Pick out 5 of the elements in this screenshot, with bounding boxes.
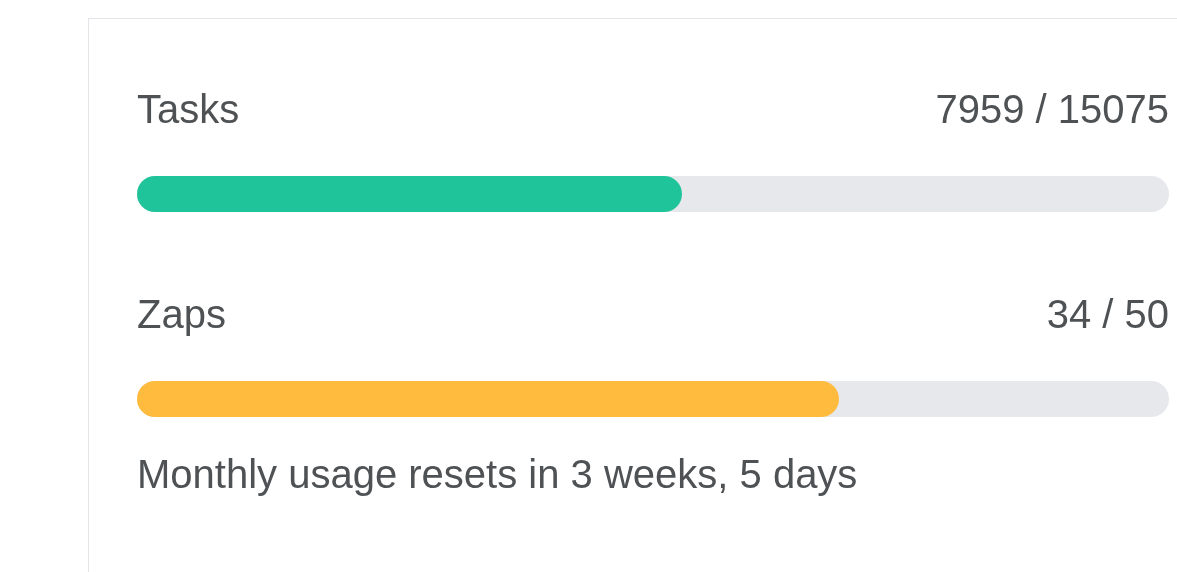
meter-reading: 7959 / 15075 — [935, 89, 1169, 129]
meter-label: Tasks — [137, 89, 240, 129]
meter-reading: 34 / 50 — [1046, 294, 1169, 334]
reset-note: Monthly usage resets in 3 weeks, 5 days — [137, 452, 858, 496]
meter-label: Zaps — [137, 294, 226, 334]
